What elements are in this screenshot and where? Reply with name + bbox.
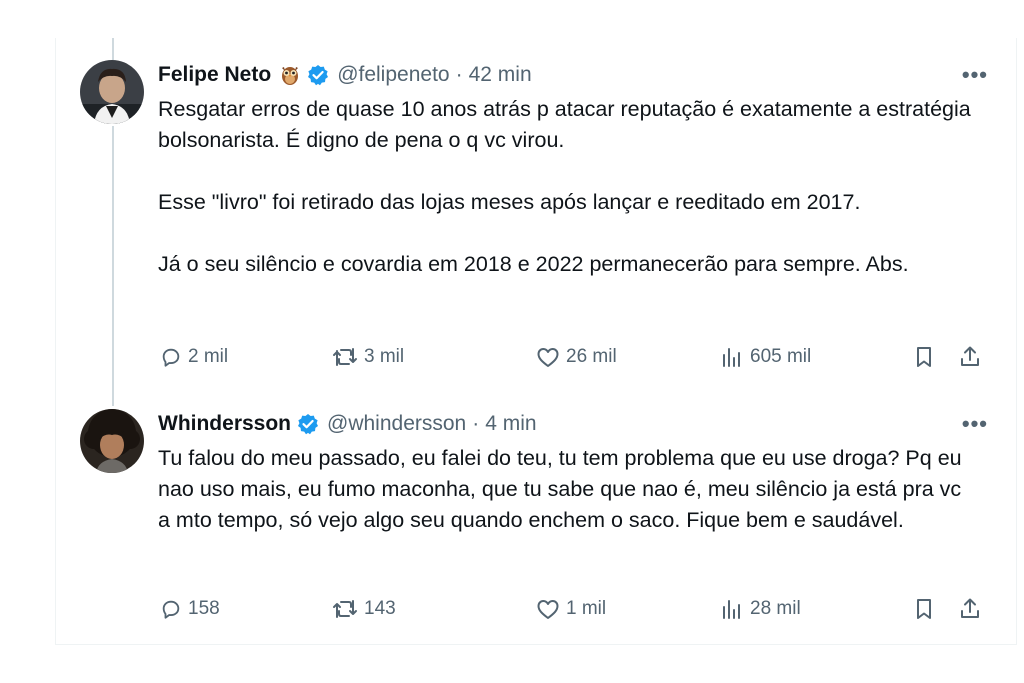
author-name[interactable]: Felipe Neto xyxy=(158,63,271,87)
verified-badge-icon xyxy=(297,413,319,435)
share-button[interactable] xyxy=(958,593,982,625)
retweet-count: 3 mil xyxy=(364,346,405,367)
bookmark-icon xyxy=(917,599,931,619)
more-options-icon[interactable]: ••• xyxy=(962,411,988,437)
retweet-icon xyxy=(333,600,357,618)
reply-button[interactable]: 158 xyxy=(160,593,220,625)
tweet-actions: 2 mil 3 mil 26 mil 605 mil xyxy=(158,341,988,373)
retweet-count: 143 xyxy=(364,598,396,619)
like-count: 1 mil xyxy=(566,598,607,619)
views-button[interactable]: 28 mil xyxy=(720,593,801,625)
tweet-time[interactable]: 4 min xyxy=(485,412,536,436)
thread-connector-line xyxy=(112,38,114,60)
retweet-button[interactable]: 3 mil xyxy=(332,341,404,373)
tweet-header: Whindersson @whindersson · 4 min xyxy=(158,409,537,439)
reply-button[interactable]: 2 mil xyxy=(160,341,228,373)
author-handle[interactable]: @felipeneto xyxy=(337,63,449,87)
share-icon xyxy=(961,346,979,366)
tweet-paragraph: Já o seu silêncio e covardia em 2018 e 2… xyxy=(158,252,909,276)
tweet-text: Resgatar erros de quase 10 anos atrás p … xyxy=(158,94,978,280)
bookmark-button[interactable] xyxy=(913,593,935,625)
more-options-icon[interactable]: ••• xyxy=(962,62,988,88)
tweet-actions: 158 143 1 mil 28 mil xyxy=(158,593,988,625)
bookmark-icon xyxy=(917,347,931,367)
reply-count: 2 mil xyxy=(188,346,229,367)
owl-emoji-icon xyxy=(279,64,301,86)
separator-dot: · xyxy=(472,412,480,435)
like-button[interactable]: 1 mil xyxy=(536,593,606,625)
views-count: 28 mil xyxy=(750,598,801,619)
reply-count: 158 xyxy=(188,598,220,619)
share-icon xyxy=(961,598,979,618)
tweet-text: Tu falou do meu passado, eu falei do teu… xyxy=(158,443,978,536)
author-handle[interactable]: @whindersson xyxy=(327,412,466,436)
analytics-icon xyxy=(723,348,740,367)
avatar[interactable] xyxy=(80,60,144,124)
bookmark-button[interactable] xyxy=(913,341,935,373)
like-button[interactable]: 26 mil xyxy=(536,341,617,373)
heart-icon xyxy=(537,348,559,367)
tweet-paragraph: Tu falou do meu passado, eu falei do teu… xyxy=(158,446,962,532)
tweet-header: Felipe Neto @felipeneto · 42 min xyxy=(158,60,532,90)
reply-icon xyxy=(162,348,180,367)
retweet-button[interactable]: 143 xyxy=(332,593,396,625)
verified-badge-icon xyxy=(307,64,329,86)
retweet-icon xyxy=(333,348,357,366)
heart-icon xyxy=(537,600,559,619)
views-count: 605 mil xyxy=(750,346,812,367)
tweet-paragraph: Esse "livro" foi retirado das lojas mese… xyxy=(158,190,861,214)
tweet-time[interactable]: 42 min xyxy=(469,63,532,87)
tweet-paragraph: Resgatar erros de quase 10 anos atrás p … xyxy=(158,97,971,152)
reply-icon xyxy=(162,600,180,619)
analytics-icon xyxy=(723,600,740,619)
views-button[interactable]: 605 mil xyxy=(720,341,811,373)
author-name[interactable]: Whindersson xyxy=(158,412,291,436)
like-count: 26 mil xyxy=(566,346,617,367)
avatar[interactable] xyxy=(80,409,144,473)
share-button[interactable] xyxy=(958,341,982,373)
thread-connector-line xyxy=(112,126,114,406)
separator-dot: · xyxy=(455,63,463,86)
